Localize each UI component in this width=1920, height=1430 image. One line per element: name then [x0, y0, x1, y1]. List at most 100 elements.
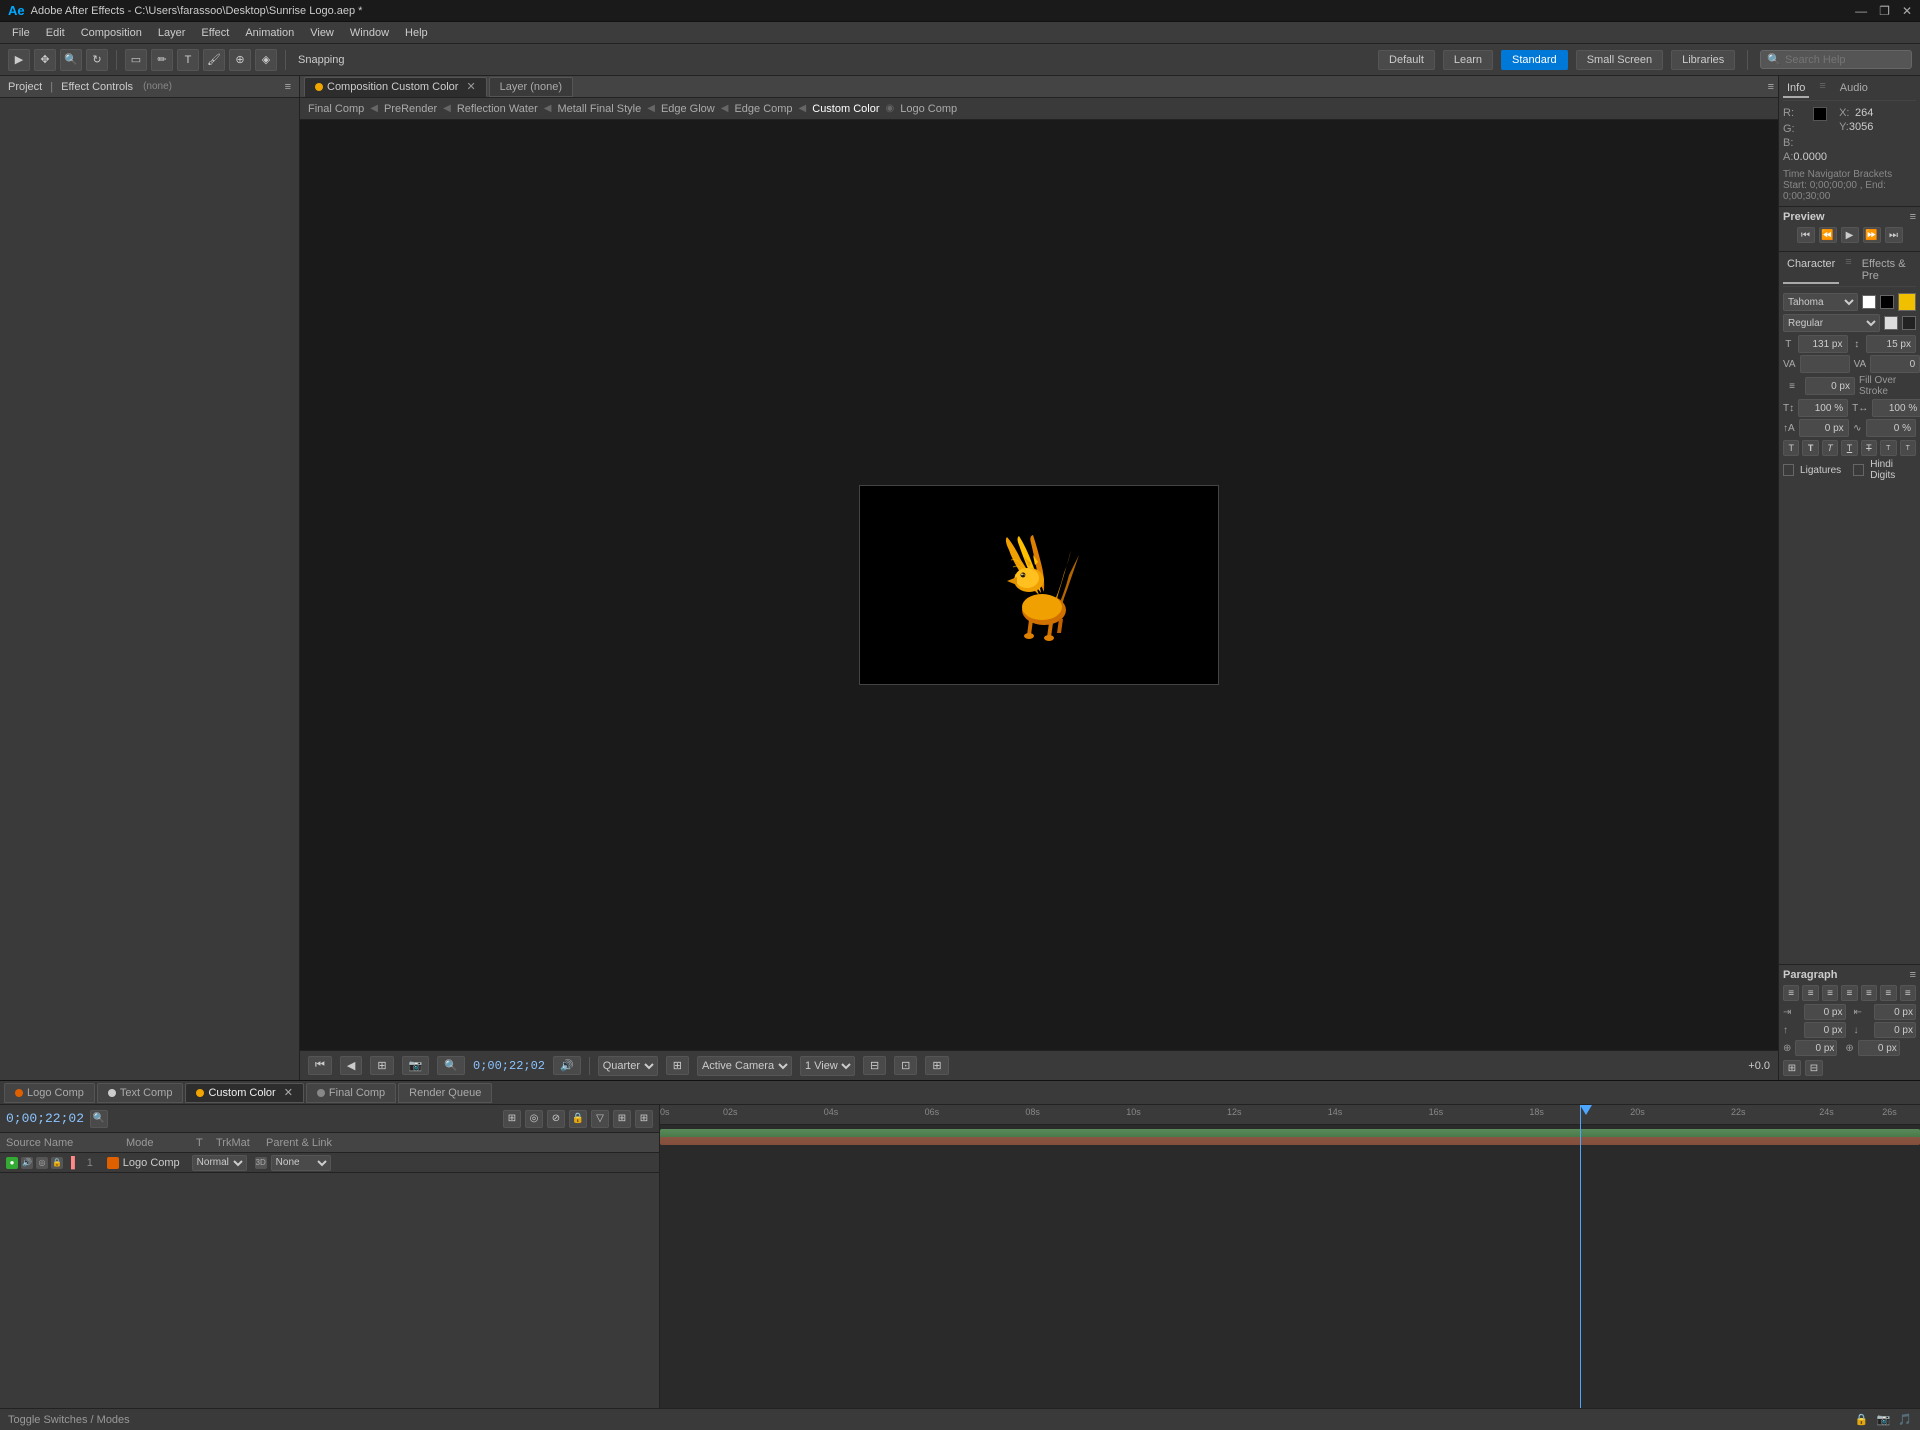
tl-search-icon[interactable]: 🔍: [90, 1110, 108, 1128]
ts-regular[interactable]: T: [1783, 440, 1799, 456]
vc-region-of-interest[interactable]: ⊞: [925, 1056, 948, 1075]
align-justify-all[interactable]: ≡: [1900, 985, 1916, 1001]
para-indent-right-input[interactable]: [1874, 1004, 1916, 1020]
tool-text[interactable]: T: [177, 49, 199, 71]
paragraph-menu-icon[interactable]: ≡: [1910, 969, 1916, 981]
char-vscale-input[interactable]: [1798, 399, 1848, 417]
vc-toggle-grid[interactable]: ⊞: [666, 1056, 689, 1075]
char-tab-effects[interactable]: Effects & Pre: [1858, 256, 1916, 284]
tl-collapse-btn[interactable]: ▽: [591, 1110, 609, 1128]
vc-show-snapshot[interactable]: 🔍: [437, 1056, 465, 1075]
breadcrumb-metall-final-style[interactable]: Metall Final Style: [557, 103, 641, 115]
layer-mode-select[interactable]: Normal: [192, 1155, 247, 1171]
para-option-2[interactable]: ⊟: [1805, 1060, 1823, 1076]
vc-view-select[interactable]: 1 View: [800, 1056, 855, 1076]
close-button[interactable]: ✕: [1902, 4, 1912, 18]
prev-play[interactable]: ▶: [1841, 227, 1859, 243]
vc-transparency[interactable]: ⊡: [894, 1056, 917, 1075]
align-left[interactable]: ≡: [1783, 985, 1799, 1001]
tl-tab-close-custom-color[interactable]: ✕: [284, 1086, 293, 1099]
panel-menu-icon[interactable]: ≡: [285, 81, 291, 93]
char-tsumi-input[interactable]: [1866, 419, 1916, 437]
char-stroke-color[interactable]: [1880, 295, 1894, 309]
tl-frame-blending-btn[interactable]: ⊞: [613, 1110, 631, 1128]
preset-libraries[interactable]: Libraries: [1671, 50, 1735, 70]
char-fill-color[interactable]: [1862, 295, 1876, 309]
tl-shy-btn[interactable]: ⊘: [547, 1110, 565, 1128]
comp-tab-custom-color[interactable]: Composition Custom Color ✕: [304, 77, 487, 97]
menu-effect[interactable]: Effect: [193, 25, 237, 41]
para-extra-input-2[interactable]: [1858, 1040, 1900, 1056]
layer-3d-icon[interactable]: 3D: [255, 1157, 267, 1169]
tl-tab-text-comp[interactable]: Text Comp: [97, 1083, 184, 1103]
para-option-1[interactable]: ⊞: [1783, 1060, 1801, 1076]
menu-layer[interactable]: Layer: [150, 25, 194, 41]
breadcrumb-edge-comp[interactable]: Edge Comp: [734, 103, 792, 115]
ts-sub[interactable]: T: [1900, 440, 1916, 456]
vc-first-frame[interactable]: ⏮: [308, 1056, 332, 1075]
prev-first-frame[interactable]: ⏮: [1797, 227, 1815, 243]
align-justify-left[interactable]: ≡: [1841, 985, 1857, 1001]
preset-standard[interactable]: Standard: [1501, 50, 1568, 70]
timeline-current-time[interactable]: 0;00;22;02: [6, 1111, 84, 1126]
comp-tab-layer[interactable]: Layer (none): [489, 77, 573, 97]
prev-last-frame[interactable]: ⏭: [1885, 227, 1903, 243]
prev-back[interactable]: ⏪: [1819, 227, 1837, 243]
tl-lock-btn[interactable]: 🔒: [569, 1110, 587, 1128]
menu-file[interactable]: File: [4, 25, 38, 41]
hindi-digits-checkbox[interactable]: [1853, 464, 1864, 476]
char-indent-input[interactable]: [1805, 377, 1855, 395]
char-font-size-input[interactable]: [1798, 335, 1848, 353]
vc-step-back[interactable]: ◀: [340, 1056, 362, 1075]
vc-audio-toggle[interactable]: 🔊: [553, 1056, 581, 1075]
breadcrumb-logo-comp[interactable]: Logo Comp: [900, 103, 957, 115]
layer-bar-red[interactable]: [660, 1137, 1920, 1145]
breadcrumb-prerender[interactable]: PreRender: [384, 103, 437, 115]
tl-tab-final-comp[interactable]: Final Comp: [306, 1083, 396, 1103]
tool-rotate[interactable]: ↻: [86, 49, 108, 71]
preset-default[interactable]: Default: [1378, 50, 1435, 70]
align-justify-right[interactable]: ≡: [1880, 985, 1896, 1001]
ligatures-checkbox[interactable]: [1783, 464, 1794, 476]
vc-toggle-controls[interactable]: ⊞: [370, 1056, 393, 1075]
tool-move[interactable]: ✥: [34, 49, 56, 71]
align-center[interactable]: ≡: [1802, 985, 1818, 1001]
menu-view[interactable]: View: [302, 25, 342, 41]
timeline-ruler[interactable]: 0s 02s 04s 06s 08s 10s 12s 14s 16s 18s 2…: [660, 1105, 1920, 1125]
tl-new-comp-btn[interactable]: ⊞: [503, 1110, 521, 1128]
layer-audio-icon[interactable]: 🔊: [21, 1157, 33, 1169]
search-input[interactable]: [1785, 54, 1905, 66]
vc-quality-select[interactable]: Quarter: [598, 1056, 658, 1076]
breadcrumb-final-comp[interactable]: Final Comp: [308, 103, 364, 115]
tool-puppet[interactable]: ◈: [255, 49, 277, 71]
char-tracking-input[interactable]: [1800, 355, 1850, 373]
preset-small-screen[interactable]: Small Screen: [1576, 50, 1663, 70]
vc-pixel-aspect[interactable]: ⊟: [863, 1056, 886, 1075]
menu-help[interactable]: Help: [397, 25, 436, 41]
align-justify-center[interactable]: ≡: [1861, 985, 1877, 1001]
para-indent-left-input[interactable]: [1804, 1004, 1846, 1020]
comp-tab-menu-icon[interactable]: ≡: [1768, 81, 1774, 93]
ts-super[interactable]: T: [1880, 440, 1896, 456]
char-black-swatch[interactable]: [1902, 316, 1916, 330]
tl-tab-logo-comp[interactable]: Logo Comp: [4, 1083, 95, 1103]
char-font-select[interactable]: Tahoma: [1783, 293, 1858, 311]
vc-snapshot[interactable]: 📷: [402, 1056, 430, 1075]
char-kerning-input[interactable]: [1870, 355, 1920, 373]
tl-solo-btn[interactable]: ◎: [525, 1110, 543, 1128]
char-tab-character[interactable]: Character: [1783, 256, 1839, 284]
search-box[interactable]: 🔍: [1760, 50, 1912, 69]
tool-clone[interactable]: ⊕: [229, 49, 251, 71]
preset-learn[interactable]: Learn: [1443, 50, 1493, 70]
breadcrumb-custom-color[interactable]: Custom Color: [812, 103, 879, 115]
breadcrumb-reflection-water[interactable]: Reflection Water: [457, 103, 538, 115]
comp-tab-close-custom-color[interactable]: ✕: [466, 80, 475, 93]
char-accent-color[interactable]: [1898, 293, 1916, 311]
char-baseline-input[interactable]: [1799, 419, 1849, 437]
tool-brush[interactable]: 🖌: [203, 49, 225, 71]
info-tab-audio[interactable]: Audio: [1836, 80, 1872, 98]
maximize-button[interactable]: ❐: [1879, 4, 1890, 18]
char-hscale-input[interactable]: [1872, 399, 1920, 417]
timeline-bar-area[interactable]: [660, 1127, 1920, 1408]
window-controls[interactable]: — ❐ ✕: [1855, 4, 1912, 18]
